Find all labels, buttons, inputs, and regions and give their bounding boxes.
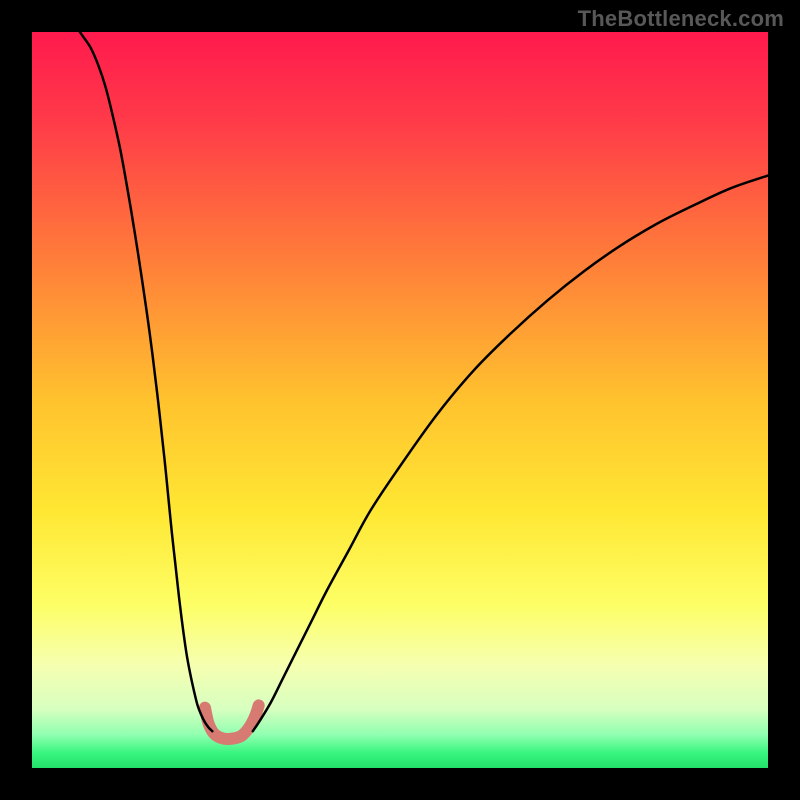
chart-svg bbox=[32, 32, 768, 768]
chart-frame: TheBottleneck.com bbox=[0, 0, 800, 800]
gradient-background bbox=[32, 32, 768, 768]
plot-area bbox=[32, 32, 768, 768]
watermark-text: TheBottleneck.com bbox=[578, 6, 784, 32]
